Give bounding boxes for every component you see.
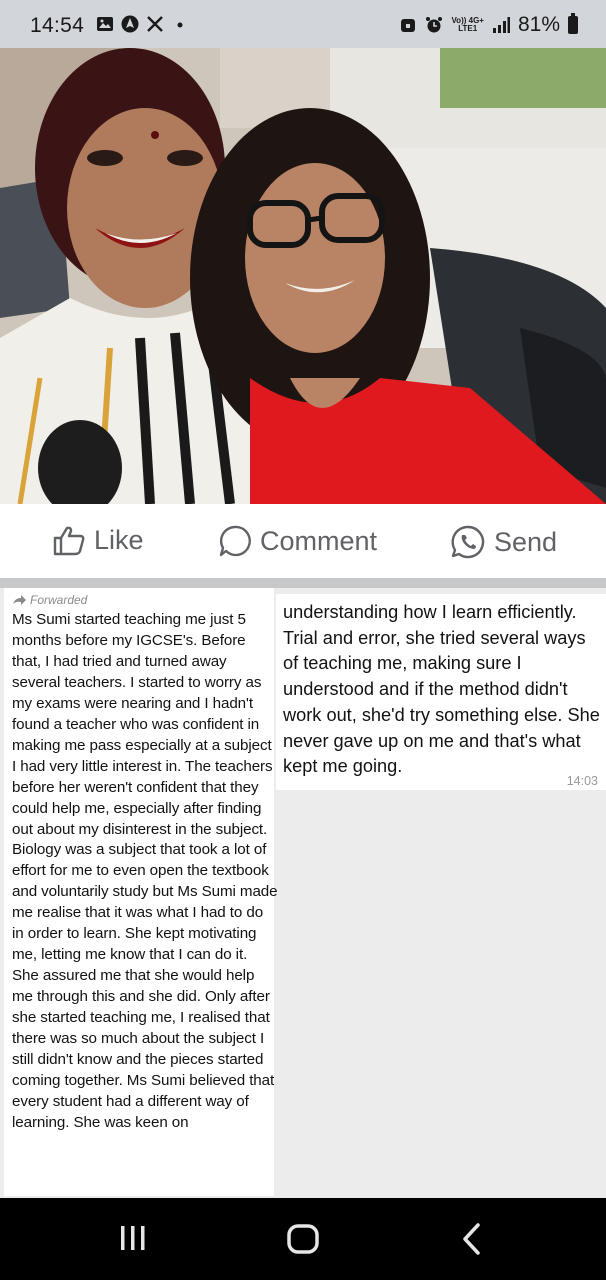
section-divider: [0, 578, 606, 588]
network-indicator: Vo)) 4G+ LTE1: [451, 17, 484, 33]
alarm-icon: [426, 17, 443, 33]
post-photo[interactable]: [0, 48, 606, 504]
photo-illustration: [0, 48, 606, 504]
status-bar: 14:54 Vo)) 4G+ LTE1 81%: [0, 0, 606, 50]
comment-button[interactable]: Comment: [218, 524, 377, 558]
forwarded-indicator: Forwarded: [12, 593, 87, 607]
recent-apps-button[interactable]: [118, 1222, 148, 1254]
network-bottom-label: LTE1: [458, 24, 478, 33]
back-button[interactable]: [460, 1222, 484, 1256]
message-text-left: Ms Sumi started teaching me just 5 month…: [12, 611, 278, 1131]
post-action-bar: Like Comment Send: [0, 504, 606, 580]
forwarded-label: Forwarded: [30, 593, 88, 607]
navigation-app-icon: [121, 15, 139, 33]
forward-arrow-icon: [13, 595, 26, 605]
lock-screen-icon: [401, 19, 416, 32]
message-bubble-left: Forwarded Ms Sumi started teaching me ju…: [4, 588, 278, 1196]
tools-icon: [147, 16, 163, 32]
like-button[interactable]: Like: [52, 524, 144, 556]
thumbs-up-icon: [53, 526, 85, 556]
whatsapp-icon: [451, 525, 485, 559]
message-text-right: understanding how I learn efficiently. T…: [283, 602, 600, 777]
message-timestamp: 14:03: [566, 774, 598, 788]
gallery-icon: [97, 17, 113, 31]
signal-icon: [492, 17, 510, 33]
message-bubble-right: understanding how I learn efficiently. T…: [276, 594, 606, 790]
comment-bubble-icon: [219, 525, 251, 557]
battery-percentage: 81%: [517, 13, 560, 36]
home-button[interactable]: [286, 1222, 320, 1256]
like-label: Like: [94, 524, 144, 555]
status-notification-icons: [96, 15, 189, 33]
notification-dot-icon: [177, 22, 183, 28]
chat-screenshot: Forwarded Ms Sumi started teaching me ju…: [0, 588, 606, 1198]
system-navigation-bar: [0, 1198, 606, 1280]
status-time: 14:54: [30, 14, 85, 37]
battery-icon: [568, 13, 578, 34]
comment-label: Comment: [260, 525, 378, 556]
status-system-icons: Vo)) 4G+ LTE1 81%: [399, 13, 578, 37]
send-button[interactable]: Send: [450, 524, 557, 560]
send-label: Send: [494, 526, 558, 557]
